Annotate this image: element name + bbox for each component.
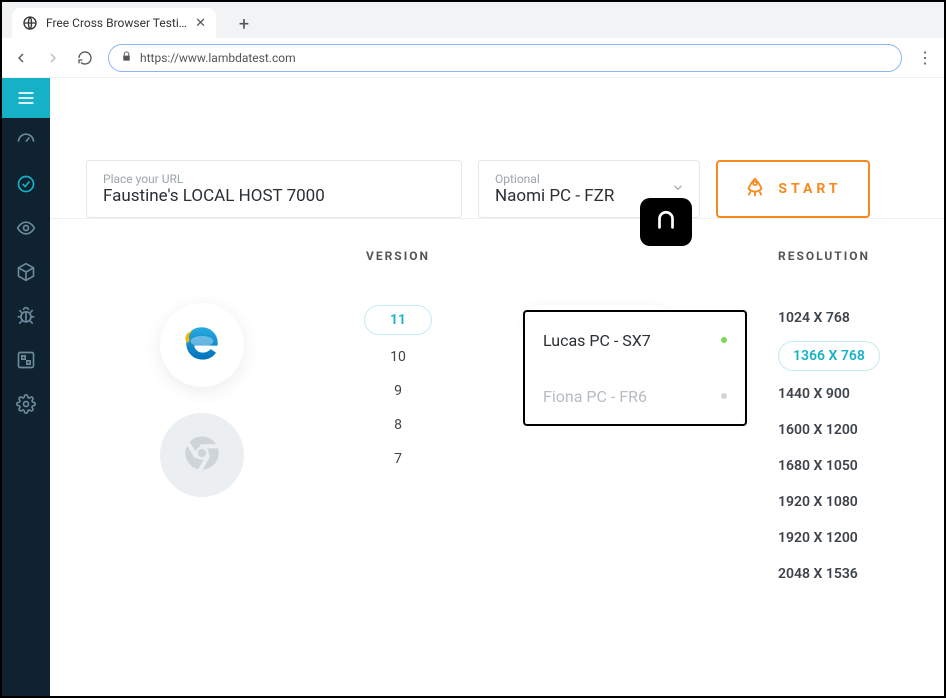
tab-close-icon[interactable]: ✕ xyxy=(195,16,206,31)
sidebar-item-integrations[interactable] xyxy=(2,338,50,382)
status-dot-icon xyxy=(721,393,727,399)
back-icon[interactable] xyxy=(12,50,30,66)
status-dot-icon xyxy=(721,337,727,343)
resolution-header: RESOLUTION xyxy=(718,249,908,263)
forward-icon xyxy=(44,50,62,66)
new-tab-button[interactable]: + xyxy=(230,10,258,38)
browser-tab[interactable]: Free Cross Browser Testing Clou ✕ xyxy=(12,8,216,38)
version-item[interactable]: 9 xyxy=(394,379,402,403)
browser-toolbar: https://www.lambdatest.com ⋮ xyxy=(2,38,944,78)
resolution-item[interactable]: 1440 X 900 xyxy=(778,381,908,407)
url-placeholder: Place your URL xyxy=(103,172,445,186)
url-input[interactable]: Place your URL Faustine's LOCAL HOST 700… xyxy=(86,160,462,218)
sidebar-item-settings[interactable] xyxy=(2,382,50,426)
main-panel: Place your URL Faustine's LOCAL HOST 700… xyxy=(50,78,944,696)
url-value: Faustine's LOCAL HOST 7000 xyxy=(103,186,445,206)
browser-column xyxy=(86,293,318,587)
os-column-header xyxy=(478,249,718,263)
sidebar xyxy=(2,78,50,696)
resolution-selected[interactable]: 1366 X 768 xyxy=(778,341,880,371)
resolution-item[interactable]: 1600 X 1200 xyxy=(778,417,908,443)
sidebar-item-visual[interactable] xyxy=(2,206,50,250)
browser-chrome: Free Cross Browser Testing Clou ✕ + http… xyxy=(2,2,944,78)
config-headers: VERSION RESOLUTION xyxy=(50,218,944,263)
dropdown-item-lucas[interactable]: Lucas PC - SX7 xyxy=(525,312,745,368)
dropdown-item-label: Lucas PC - SX7 xyxy=(543,331,651,350)
lock-icon xyxy=(121,51,132,65)
chrome-icon xyxy=(182,433,222,477)
browser-ie[interactable] xyxy=(160,303,244,387)
tunnel-badge-icon xyxy=(640,198,692,246)
tunnel-dropdown: Lucas PC - SX7 Fiona PC - FR6 xyxy=(523,310,747,426)
tab-bar: Free Cross Browser Testing Clou ✕ + xyxy=(2,2,944,38)
dropdown-item-fiona[interactable]: Fiona PC - FR6 xyxy=(525,368,745,424)
browser-column-header xyxy=(86,249,318,263)
ie-icon xyxy=(181,322,223,368)
resolution-item[interactable]: 1024 X 768 xyxy=(778,305,908,331)
sidebar-item-package[interactable] xyxy=(2,250,50,294)
sidebar-item-bug[interactable] xyxy=(2,294,50,338)
start-button[interactable]: START xyxy=(716,160,870,218)
address-bar[interactable]: https://www.lambdatest.com xyxy=(108,44,902,72)
version-header: VERSION xyxy=(318,249,478,263)
tunnel-placeholder: Optional xyxy=(495,172,683,186)
config-grid: 11 10 9 8 7 Windows 10 1024 X 768 1366 X… xyxy=(50,263,944,587)
version-item[interactable]: 8 xyxy=(394,413,402,437)
version-item[interactable]: 10 xyxy=(390,345,406,369)
resolution-item[interactable]: 1920 X 1200 xyxy=(778,525,908,551)
controls-row: Place your URL Faustine's LOCAL HOST 700… xyxy=(50,78,944,218)
version-column: 11 10 9 8 7 xyxy=(318,293,478,587)
hamburger-button[interactable] xyxy=(2,78,50,118)
browser-chrome[interactable] xyxy=(160,413,244,497)
tab-title: Free Cross Browser Testing Clou xyxy=(46,16,187,30)
resolution-item[interactable]: 1920 X 1080 xyxy=(778,489,908,515)
version-selected[interactable]: 11 xyxy=(364,305,432,335)
address-url: https://www.lambdatest.com xyxy=(140,51,296,65)
start-label: START xyxy=(778,181,841,197)
browser-menu-icon[interactable]: ⋮ xyxy=(916,48,934,67)
app-root: Place your URL Faustine's LOCAL HOST 700… xyxy=(2,78,944,696)
resolution-item[interactable]: 2048 X 1536 xyxy=(778,561,908,587)
tab-favicon-icon xyxy=(22,15,38,31)
chevron-down-icon xyxy=(671,180,685,199)
sidebar-item-realtime[interactable] xyxy=(2,162,50,206)
sidebar-item-dashboard[interactable] xyxy=(2,118,50,162)
dropdown-item-label: Fiona PC - FR6 xyxy=(543,387,647,406)
version-item[interactable]: 7 xyxy=(394,447,402,471)
rocket-icon xyxy=(744,176,766,202)
reload-icon[interactable] xyxy=(76,50,94,66)
resolution-item[interactable]: 1680 X 1050 xyxy=(778,453,908,479)
